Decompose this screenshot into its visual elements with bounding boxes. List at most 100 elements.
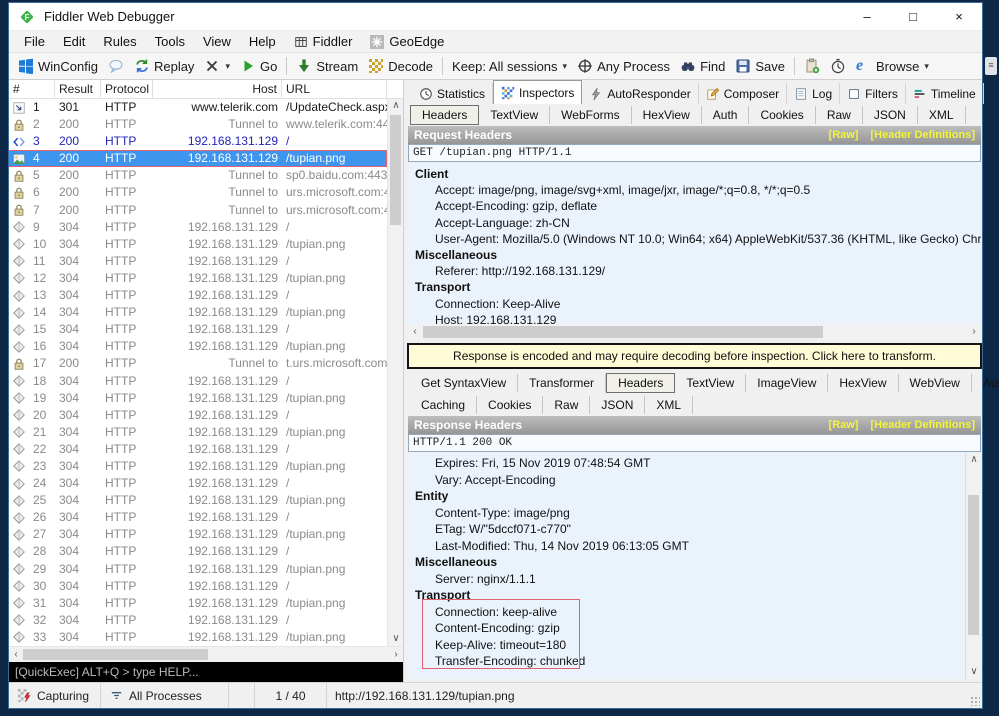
response-tab-hexview[interactable]: HexView	[828, 374, 898, 392]
decode-button[interactable]: Decode	[363, 56, 438, 76]
session-row-5[interactable]: 5200HTTPTunnel tosp0.baidu.com:443	[9, 167, 387, 184]
session-row-20[interactable]: 20304HTTP192.168.131.129/	[9, 407, 387, 424]
remove-x-button[interactable]: ▾	[199, 56, 235, 76]
scroll-up-icon[interactable]: ∧	[388, 99, 404, 113]
tab-composer[interactable]: Composer	[699, 83, 787, 104]
screenshot-clipboard-button[interactable]	[799, 56, 825, 76]
request-tab-raw[interactable]: Raw	[816, 106, 863, 124]
scroll-down-icon[interactable]: ∨	[966, 665, 981, 679]
response-tab-headers[interactable]: Headers	[606, 373, 675, 393]
response-tab-imageview[interactable]: ImageView	[746, 374, 828, 392]
replay-button[interactable]: Replay	[129, 56, 199, 76]
session-row-19[interactable]: 19304HTTP192.168.131.129/tupian.png	[9, 390, 387, 407]
tab-filters[interactable]: Filters	[840, 83, 906, 104]
request-tab-textview[interactable]: TextView	[479, 106, 550, 124]
session-row-3[interactable]: 3200HTTP192.168.131.129/	[9, 133, 387, 150]
response-tab-cookies[interactable]: Cookies	[477, 396, 543, 414]
session-row-10[interactable]: 10304HTTP192.168.131.129/tupian.png	[9, 236, 387, 253]
request-tab-auth[interactable]: Auth	[702, 106, 750, 124]
quickexec-input[interactable]: [QuickExec] ALT+Q > type HELP...	[9, 662, 403, 682]
session-row-30[interactable]: 30304HTTP192.168.131.129/	[9, 578, 387, 595]
menu-item-file[interactable]: File	[15, 31, 54, 52]
response-tab-json[interactable]: JSON	[590, 396, 645, 414]
session-row-24[interactable]: 24304HTTP192.168.131.129/	[9, 475, 387, 492]
session-row-2[interactable]: 2200HTTPTunnel towww.telerik.com:443	[9, 116, 387, 133]
request-tab-xml[interactable]: XML	[918, 106, 966, 124]
session-row-31[interactable]: 31304HTTP192.168.131.129/tupian.png	[9, 595, 387, 612]
scroll-right-icon[interactable]: ›	[389, 647, 403, 663]
header-definitions-link[interactable]: [Header Definitions]	[870, 129, 975, 141]
scroll-right-icon[interactable]: ›	[967, 324, 981, 340]
session-row-18[interactable]: 18304HTTP192.168.131.129/	[9, 373, 387, 390]
response-tab-xml[interactable]: XML	[645, 396, 693, 414]
response-tab-raw[interactable]: Raw	[543, 396, 590, 414]
response-tab-webview[interactable]: WebView	[899, 374, 972, 392]
scroll-thumb[interactable]	[23, 649, 208, 660]
column-header-url[interactable]: URL	[282, 80, 387, 98]
keep-all-sessions-button[interactable]: Keep: All sessions▾	[447, 57, 572, 76]
session-row-9[interactable]: 9304HTTP192.168.131.129/	[9, 219, 387, 236]
session-row-4[interactable]: 4200HTTP192.168.131.129/tupian.png	[9, 150, 387, 167]
session-horizontal-scrollbar[interactable]: ‹ ›	[9, 646, 403, 662]
menu-item-tools[interactable]: Tools	[146, 31, 194, 52]
session-vertical-scrollbar[interactable]: ∧ ∨	[387, 99, 403, 646]
scroll-up-icon[interactable]: ∧	[966, 453, 981, 467]
response-tab-textview[interactable]: TextView	[675, 374, 746, 392]
session-row-29[interactable]: 29304HTTP192.168.131.129/tupian.png	[9, 561, 387, 578]
response-vertical-scrollbar[interactable]: ∧ ∨	[965, 453, 981, 679]
session-row-1[interactable]: 1301HTTPwww.telerik.com/UpdateCheck.aspx…	[9, 99, 387, 116]
resize-grip[interactable]	[970, 696, 980, 706]
session-row-17[interactable]: 17200HTTPTunnel tot.urs.microsoft.com:44…	[9, 355, 387, 372]
raw-link[interactable]: [Raw]	[829, 419, 859, 431]
column-header-host[interactable]: Host	[153, 80, 282, 98]
scroll-thumb[interactable]	[390, 115, 401, 225]
session-row-27[interactable]: 27304HTTP192.168.131.129/tupian.png	[9, 526, 387, 543]
session-row-13[interactable]: 13304HTTP192.168.131.129/	[9, 287, 387, 304]
session-row-26[interactable]: 26304HTTP192.168.131.129/	[9, 509, 387, 526]
any-process-button[interactable]: Any Process	[572, 56, 675, 76]
request-tab-hexview[interactable]: HexView	[632, 106, 702, 124]
winconfig-button[interactable]: WinConfig	[13, 56, 103, 76]
tab-timeline[interactable]: Timeline	[906, 83, 984, 104]
scroll-thumb[interactable]	[423, 326, 823, 338]
minimize-button[interactable]: –	[844, 3, 890, 30]
request-tab-json[interactable]: JSON	[863, 106, 918, 124]
request-tab-headers[interactable]: Headers	[410, 105, 479, 125]
session-row-15[interactable]: 15304HTTP192.168.131.129/	[9, 321, 387, 338]
scroll-left-icon[interactable]: ‹	[9, 647, 23, 663]
menu-item-help[interactable]: Help	[240, 31, 285, 52]
column-header-protocol[interactable]: Protocol	[101, 80, 153, 98]
session-row-7[interactable]: 7200HTTPTunnel tours.microsoft.com:443	[9, 202, 387, 219]
go-button[interactable]: Go	[235, 56, 282, 76]
menu-item-fiddler[interactable]: Fiddler	[285, 31, 362, 52]
menu-item-geoedge[interactable]: GeoEdge	[361, 31, 453, 52]
menu-item-view[interactable]: View	[194, 31, 240, 52]
find-button[interactable]: Find	[675, 56, 730, 76]
response-tab-get-syntaxview[interactable]: Get SyntaxView	[410, 374, 518, 392]
session-row-12[interactable]: 12304HTTP192.168.131.129/tupian.png	[9, 270, 387, 287]
maximize-button[interactable]: □	[890, 3, 936, 30]
capturing-toggle[interactable]: Capturing	[9, 683, 101, 708]
close-button[interactable]: ×	[936, 3, 982, 30]
menu-item-edit[interactable]: Edit	[54, 31, 94, 52]
session-row-16[interactable]: 16304HTTP192.168.131.129/tupian.png	[9, 338, 387, 355]
stream-button[interactable]: Stream	[291, 56, 363, 76]
header-definitions-link[interactable]: [Header Definitions]	[870, 419, 975, 431]
session-row-32[interactable]: 32304HTTP192.168.131.129/	[9, 612, 387, 629]
tab-statistics[interactable]: Statistics	[412, 83, 493, 104]
request-horizontal-scrollbar[interactable]: ‹ ›	[408, 324, 981, 340]
column-header-[interactable]: #	[9, 80, 55, 98]
scroll-left-icon[interactable]: ‹	[408, 324, 422, 340]
tab-autoresponder[interactable]: AutoResponder	[582, 83, 698, 104]
response-tab-caching[interactable]: Caching	[410, 396, 477, 414]
request-tab-cookies[interactable]: Cookies	[749, 106, 815, 124]
save-button[interactable]: Save	[730, 56, 790, 76]
request-tab-webforms[interactable]: WebForms	[550, 106, 631, 124]
response-tab-transformer[interactable]: Transformer	[518, 374, 606, 392]
session-row-33[interactable]: 33304HTTP192.168.131.129/tupian.png	[9, 629, 387, 646]
timer-clock-button[interactable]	[825, 56, 851, 76]
session-row-25[interactable]: 25304HTTP192.168.131.129/tupian.png	[9, 492, 387, 509]
browse-button[interactable]: eBrowse▾	[851, 56, 934, 76]
response-tab-auth[interactable]: Auth	[972, 374, 999, 392]
comment-bubble-button[interactable]	[103, 56, 129, 76]
